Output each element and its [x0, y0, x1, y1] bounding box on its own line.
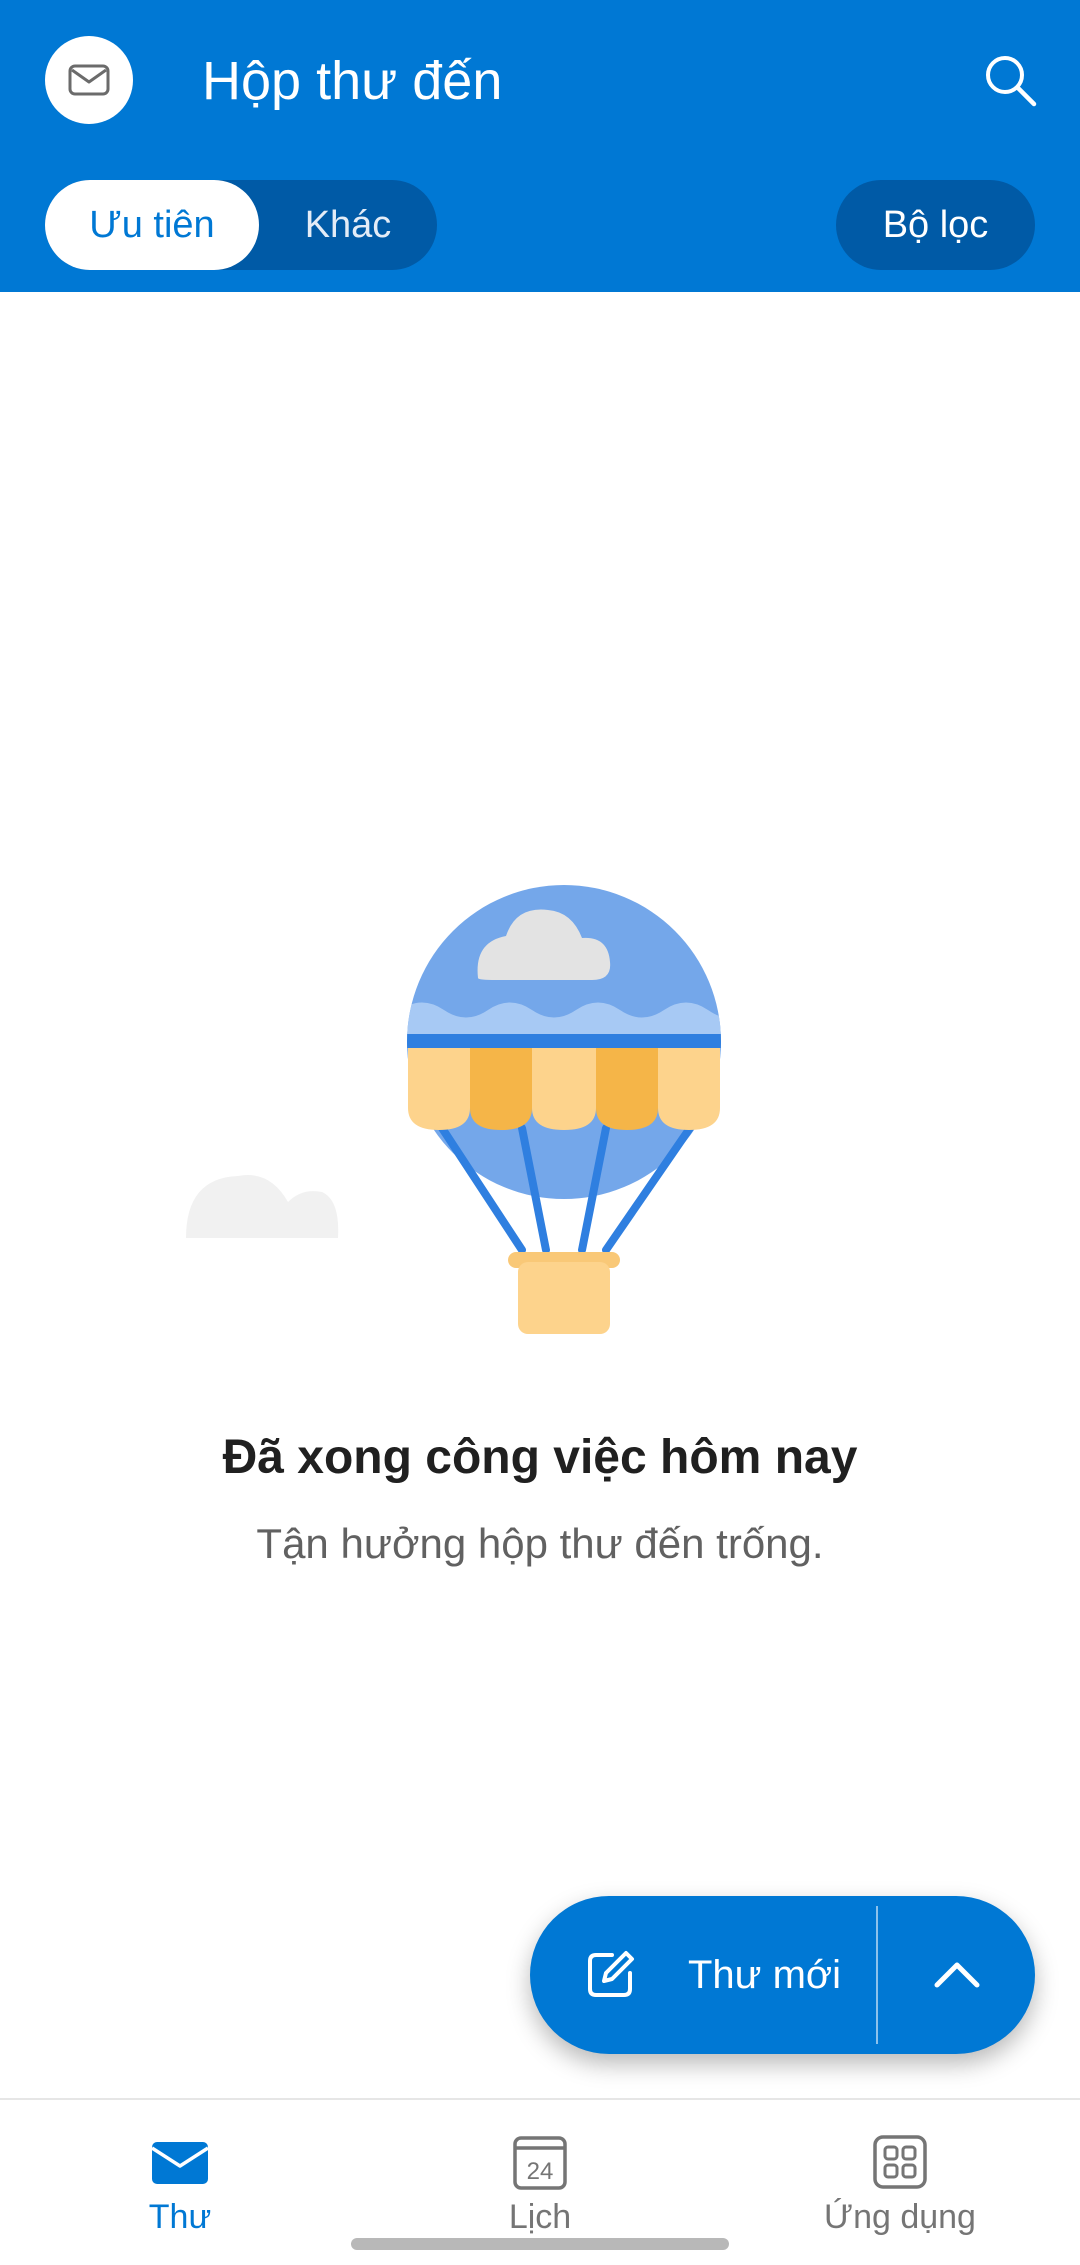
- edit-icon: [588, 1951, 634, 1997]
- compose-label: Thư mới: [688, 1953, 842, 1997]
- mail-icon: [151, 2142, 209, 2184]
- nav-label-apps: Ứng dụng: [824, 2198, 976, 2236]
- nav-item-apps[interactable]: Ứng dụng: [720, 2100, 1080, 2265]
- calendar-date: 24: [527, 2158, 554, 2185]
- hot-air-balloon-illustration: [186, 885, 721, 1334]
- calendar-icon: 24: [513, 2136, 567, 2190]
- nav-label-mail: Thư: [148, 2198, 212, 2236]
- compose-button[interactable]: Thư mới: [530, 1896, 876, 2054]
- home-indicator[interactable]: [351, 2238, 729, 2250]
- nav-label-calendar: Lịch: [508, 2198, 572, 2236]
- apps-icon: [873, 2135, 927, 2189]
- chevron-up-icon: [934, 1962, 979, 1988]
- fab-expand-button[interactable]: [878, 1896, 1035, 2054]
- empty-state-subtitle: Tận hưởng hộp thư đến trống.: [256, 1520, 824, 1567]
- new-mail-fab: Thư mới: [530, 1896, 1035, 2054]
- empty-state-title: Đã xong công việc hôm nay: [222, 1431, 858, 1484]
- nav-item-mail[interactable]: Thư: [0, 2100, 360, 2265]
